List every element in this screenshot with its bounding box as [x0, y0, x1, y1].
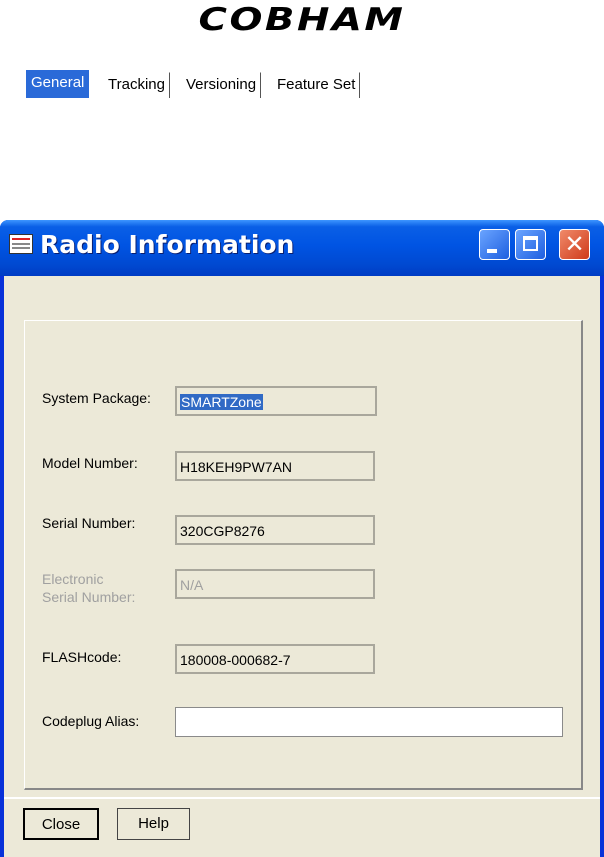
tab-feature-set[interactable]: Feature Set	[272, 72, 361, 98]
serial-number-label: Serial Number:	[42, 515, 136, 531]
esn-label-line2: Serial Number:	[42, 589, 136, 605]
system-package-field[interactable]: SMARTZone	[175, 386, 377, 416]
serial-number-field[interactable]: 320CGP8276	[175, 515, 375, 545]
maximize-button[interactable]	[515, 229, 546, 260]
tab-versioning[interactable]: Versioning	[181, 72, 262, 98]
close-icon: ✕	[564, 230, 585, 258]
document-icon	[9, 234, 33, 254]
title-bar[interactable]: Radio Information ✕	[0, 220, 604, 276]
esn-label-line1: Electronic	[42, 571, 104, 587]
cobham-logo: COBHAM	[198, 2, 406, 38]
model-number-label: Model Number:	[42, 455, 138, 471]
flashcode-field[interactable]: 180008-000682-7	[175, 644, 375, 674]
minimize-icon	[487, 249, 497, 253]
tab-general[interactable]: General	[26, 70, 90, 98]
close-button[interactable]: Close	[23, 808, 99, 840]
model-number-field[interactable]: H18KEH9PW7AN	[175, 451, 375, 481]
help-button[interactable]: Help	[117, 808, 190, 840]
system-package-value: SMARTZone	[180, 394, 263, 410]
esn-field: N/A	[175, 569, 375, 599]
maximize-icon	[523, 236, 538, 251]
minimize-button[interactable]	[479, 229, 510, 260]
button-bar-separator	[4, 797, 600, 799]
flashcode-label: FLASHcode:	[42, 649, 122, 665]
codeplug-alias-input[interactable]	[175, 707, 563, 737]
tab-tracking[interactable]: Tracking	[103, 72, 170, 98]
system-package-label: System Package:	[42, 390, 151, 406]
close-window-button[interactable]: ✕	[559, 229, 590, 260]
window-title: Radio Information	[40, 230, 295, 259]
codeplug-alias-label: Codeplug Alias:	[42, 713, 140, 729]
